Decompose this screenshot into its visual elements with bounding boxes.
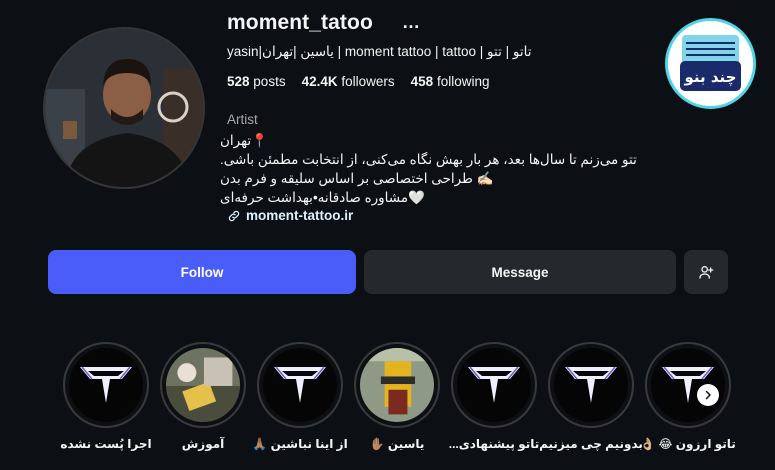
message-button[interactable]: Message xyxy=(364,250,676,294)
highlight-label: یاسین ✋🏽 xyxy=(369,437,425,451)
brand-logo-text: چند بنو xyxy=(684,68,737,87)
highlight-item[interactable] xyxy=(451,342,537,428)
highlight-label: آموزش xyxy=(181,437,225,451)
posts-count: 528 xyxy=(227,74,250,89)
profile-stats: 528 posts 42.4K followers 458 following xyxy=(227,74,489,89)
highlight-cover xyxy=(354,342,440,428)
highlight-item[interactable] xyxy=(63,342,149,428)
followers-count: 42.4K xyxy=(301,74,338,89)
brand-logo-badge: چند بنو xyxy=(665,18,756,109)
highlight-item[interactable] xyxy=(160,342,246,428)
highlight-cover xyxy=(63,342,149,428)
highlight-label: تاتو پیشنهادی... xyxy=(448,437,540,451)
tattoo-logo-icon xyxy=(80,366,132,403)
highlight-cover xyxy=(645,342,731,428)
highlight-item[interactable] xyxy=(354,342,440,428)
highlight-item[interactable] xyxy=(645,342,731,428)
highlight-label: از اینا نباشین 🙏🏽 xyxy=(252,437,348,451)
chevron-right-icon xyxy=(705,390,711,400)
following-stat[interactable]: 458 following xyxy=(411,74,490,89)
tattoo-logo-icon xyxy=(468,366,520,403)
highlight-item[interactable] xyxy=(548,342,634,428)
followers-stat[interactable]: 42.4K followers xyxy=(302,74,395,89)
profile-username: moment_tatoo xyxy=(227,11,373,34)
follow-button[interactable]: Follow xyxy=(48,250,356,294)
highlight-label: تاتو ارزون 😂 👌🏼 xyxy=(640,437,736,451)
person-add-icon xyxy=(699,266,714,279)
brand-logo-image: چند بنو xyxy=(668,21,753,106)
tattoo-logo-icon xyxy=(565,366,617,403)
profile-bio: 📍تهران تتو می‌زنم تا سال‌ها بعد، هر بار … xyxy=(220,131,652,207)
link-icon xyxy=(228,210,240,221)
next-highlights-button[interactable] xyxy=(697,384,719,406)
profile-full-name: yasin|یاسین |تهران | moment tattoo | tat… xyxy=(227,44,532,59)
bio-line: تتو می‌زنم تا سال‌ها بعد، هر بار بهش نگا… xyxy=(220,152,637,167)
more-options-icon[interactable]: … xyxy=(402,12,420,33)
highlight-cover xyxy=(257,342,343,428)
profile-link-text: moment-tattoo.ir xyxy=(246,208,354,223)
avatar-photo xyxy=(45,29,203,187)
bio-line: 🤍مشاوره صادقانه•بهداشت حرفه‌ای xyxy=(220,190,425,205)
highlight-cover xyxy=(548,342,634,428)
following-count: 458 xyxy=(410,74,434,89)
highlight-item[interactable] xyxy=(257,342,343,428)
posts-stat: 528 posts xyxy=(227,74,286,89)
profile-avatar[interactable] xyxy=(43,27,205,189)
highlight-photo xyxy=(360,348,434,422)
posts-label: posts xyxy=(253,74,286,89)
tattoo-logo-icon xyxy=(274,366,326,403)
highlight-cover xyxy=(160,342,246,428)
highlight-cover xyxy=(451,342,537,428)
bio-line: 📍تهران xyxy=(220,133,268,148)
profile-category: Artist xyxy=(227,112,258,127)
highlight-photo xyxy=(166,348,240,422)
add-person-button[interactable] xyxy=(684,250,728,294)
profile-link[interactable]: moment-tattoo.ir xyxy=(227,208,353,223)
bio-line: ✍🏻 طراحی اختصاصی بر اساس سلیقه و فرم بدن xyxy=(220,171,494,186)
highlight-label: اجرا پُست نشده xyxy=(60,437,152,451)
following-label: following xyxy=(436,74,490,89)
highlight-label: بدونیم چی میزنیم xyxy=(539,437,643,451)
followers-label: followers xyxy=(341,74,395,89)
